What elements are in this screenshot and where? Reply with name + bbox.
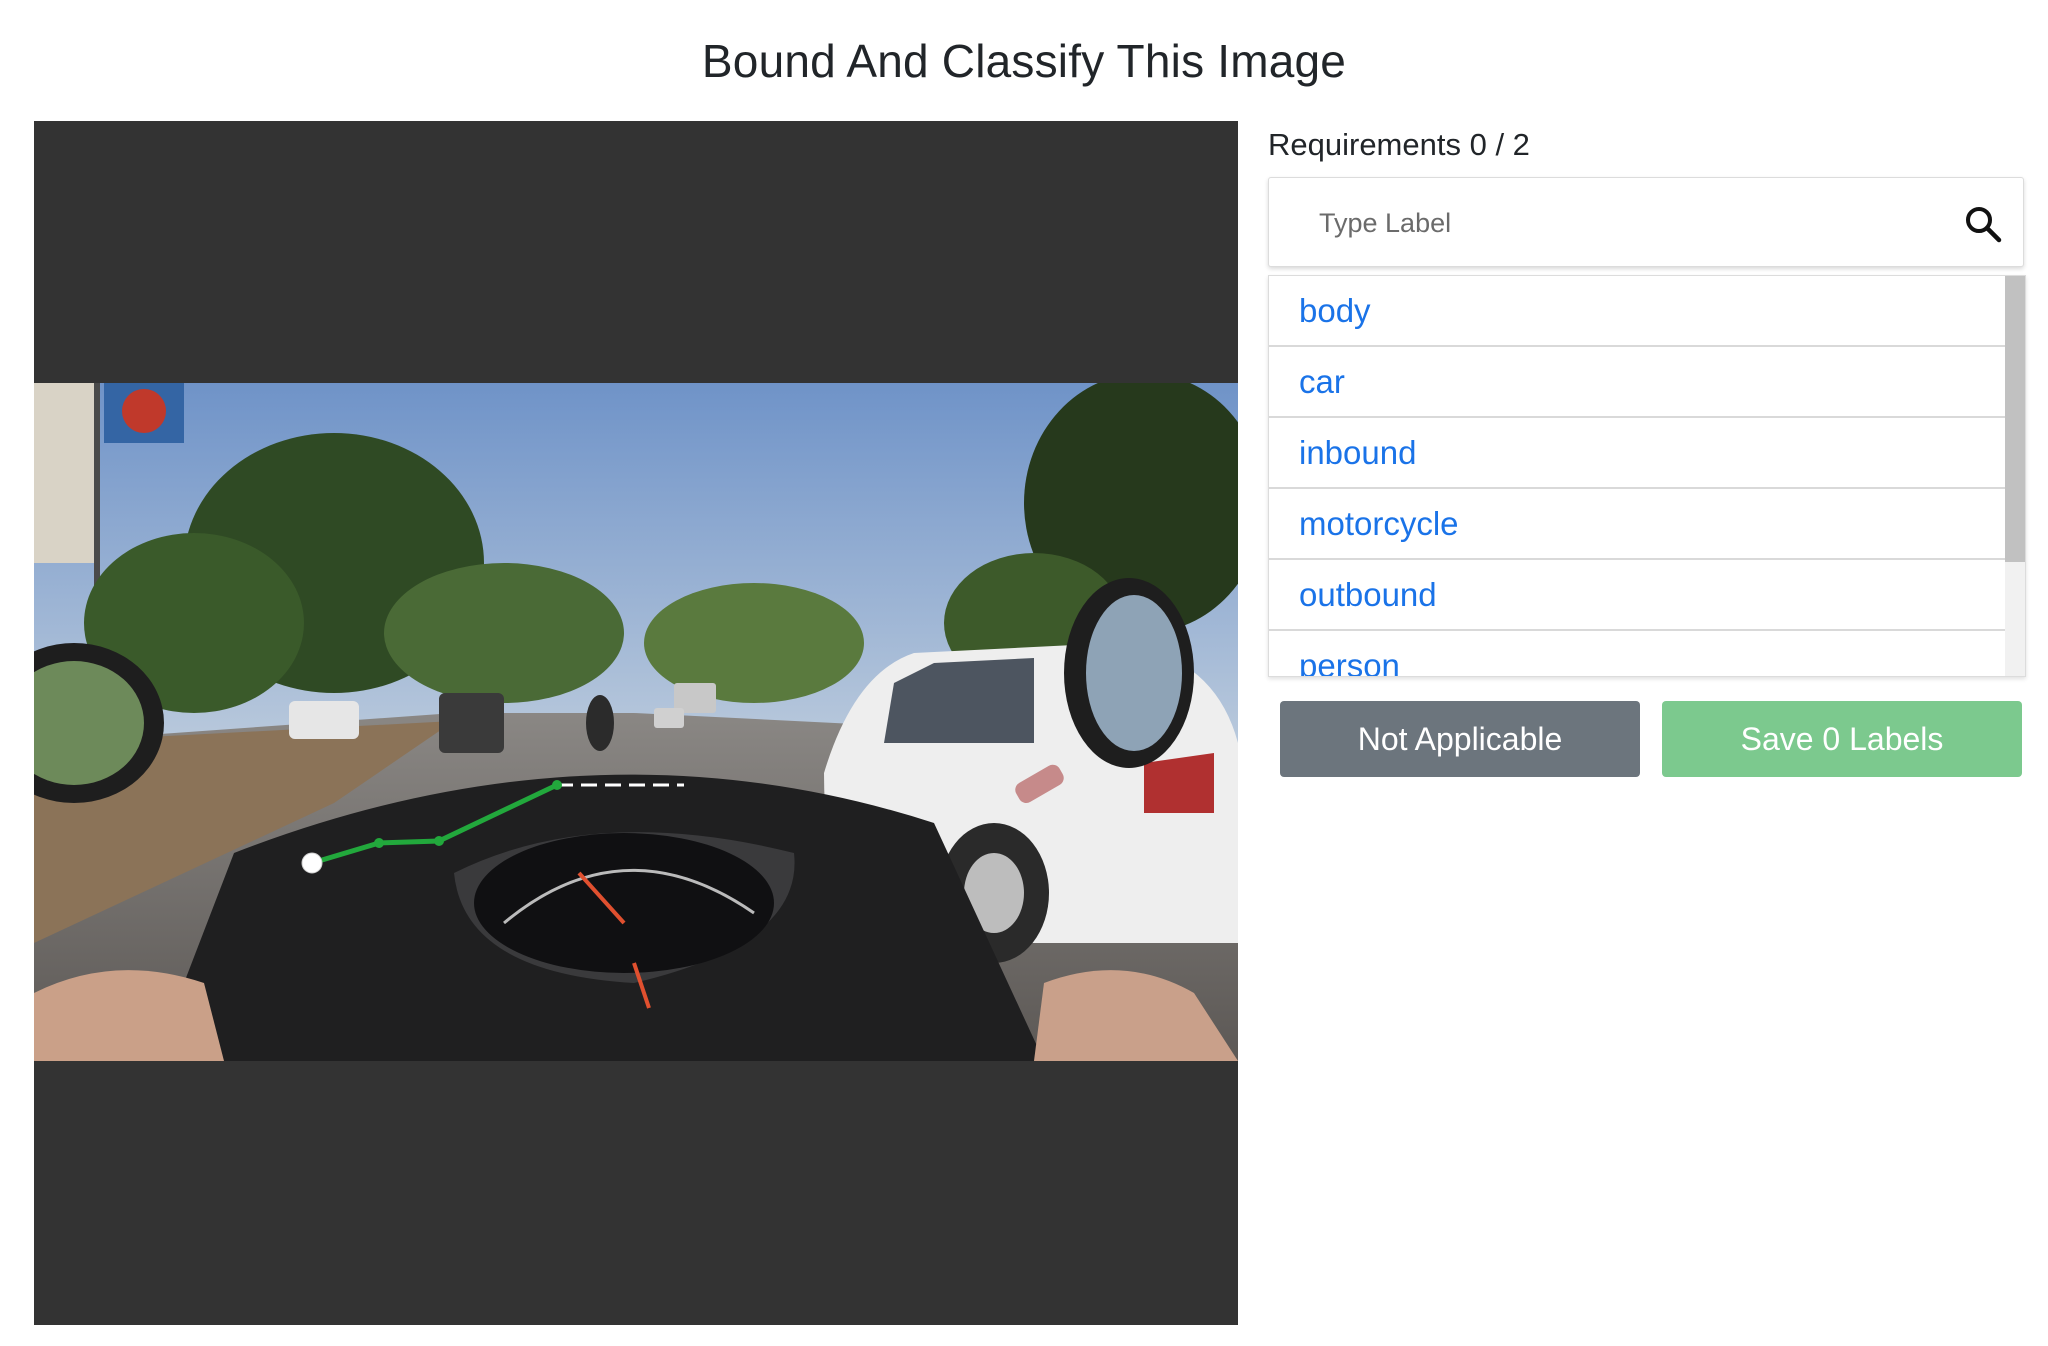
label-list[interactable]: body car inbound motorcycle outbound per…	[1268, 275, 2026, 677]
label-list-scrollbar[interactable]	[2005, 276, 2025, 676]
scene-photo[interactable]	[34, 383, 1238, 1061]
annotation-canvas[interactable]	[34, 121, 1238, 1325]
label-option-body[interactable]: body	[1269, 276, 2005, 347]
search-icon[interactable]	[1963, 204, 2003, 244]
page-title: Bound And Classify This Image	[701, 35, 1347, 87]
label-sidebar: Requirements 0 / 2 body car inbound moto…	[1268, 121, 2026, 777]
label-option-person[interactable]: person	[1269, 631, 2005, 676]
scrollbar-thumb[interactable]	[2005, 276, 2025, 562]
not-applicable-button[interactable]: Not Applicable	[1280, 701, 1640, 777]
label-option-car[interactable]: car	[1269, 347, 2005, 418]
search-box	[1268, 177, 2024, 268]
label-option-outbound[interactable]: outbound	[1269, 560, 2005, 631]
action-buttons: Not Applicable Save 0 Labels	[1280, 701, 2022, 777]
label-option-inbound[interactable]: inbound	[1269, 418, 2005, 489]
save-labels-button[interactable]: Save 0 Labels	[1662, 701, 2022, 777]
label-option-motorcycle[interactable]: motorcycle	[1269, 489, 2005, 560]
requirements-counter: Requirements 0 / 2	[1268, 127, 1530, 162]
search-input[interactable]	[1317, 178, 1941, 268]
